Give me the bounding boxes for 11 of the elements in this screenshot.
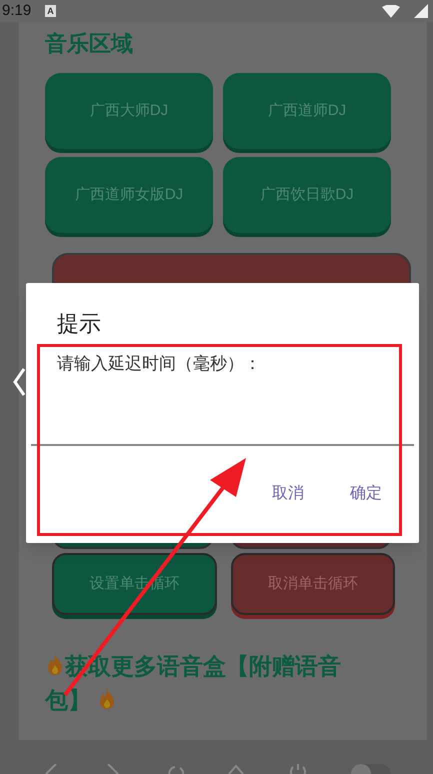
section-title: 音乐区域 — [45, 30, 134, 58]
dialog-message: 请输入延迟时间（毫秒）： — [57, 353, 262, 375]
music-button[interactable]: 广西道师DJ — [223, 73, 391, 149]
dialog-button[interactable]: 取消 — [272, 482, 304, 506]
music-button[interactable]: 广西饮日歌DJ — [223, 157, 391, 233]
dialog-button[interactable]: 确定 — [350, 482, 382, 506]
status-time: 9:19 — [2, 0, 32, 21]
notification-icon: A — [45, 5, 56, 17]
music-button[interactable]: 广西道师女版DJ — [45, 157, 213, 233]
music-button[interactable]: 广西大师DJ — [45, 73, 213, 149]
dialog-title: 提示 — [57, 310, 102, 338]
